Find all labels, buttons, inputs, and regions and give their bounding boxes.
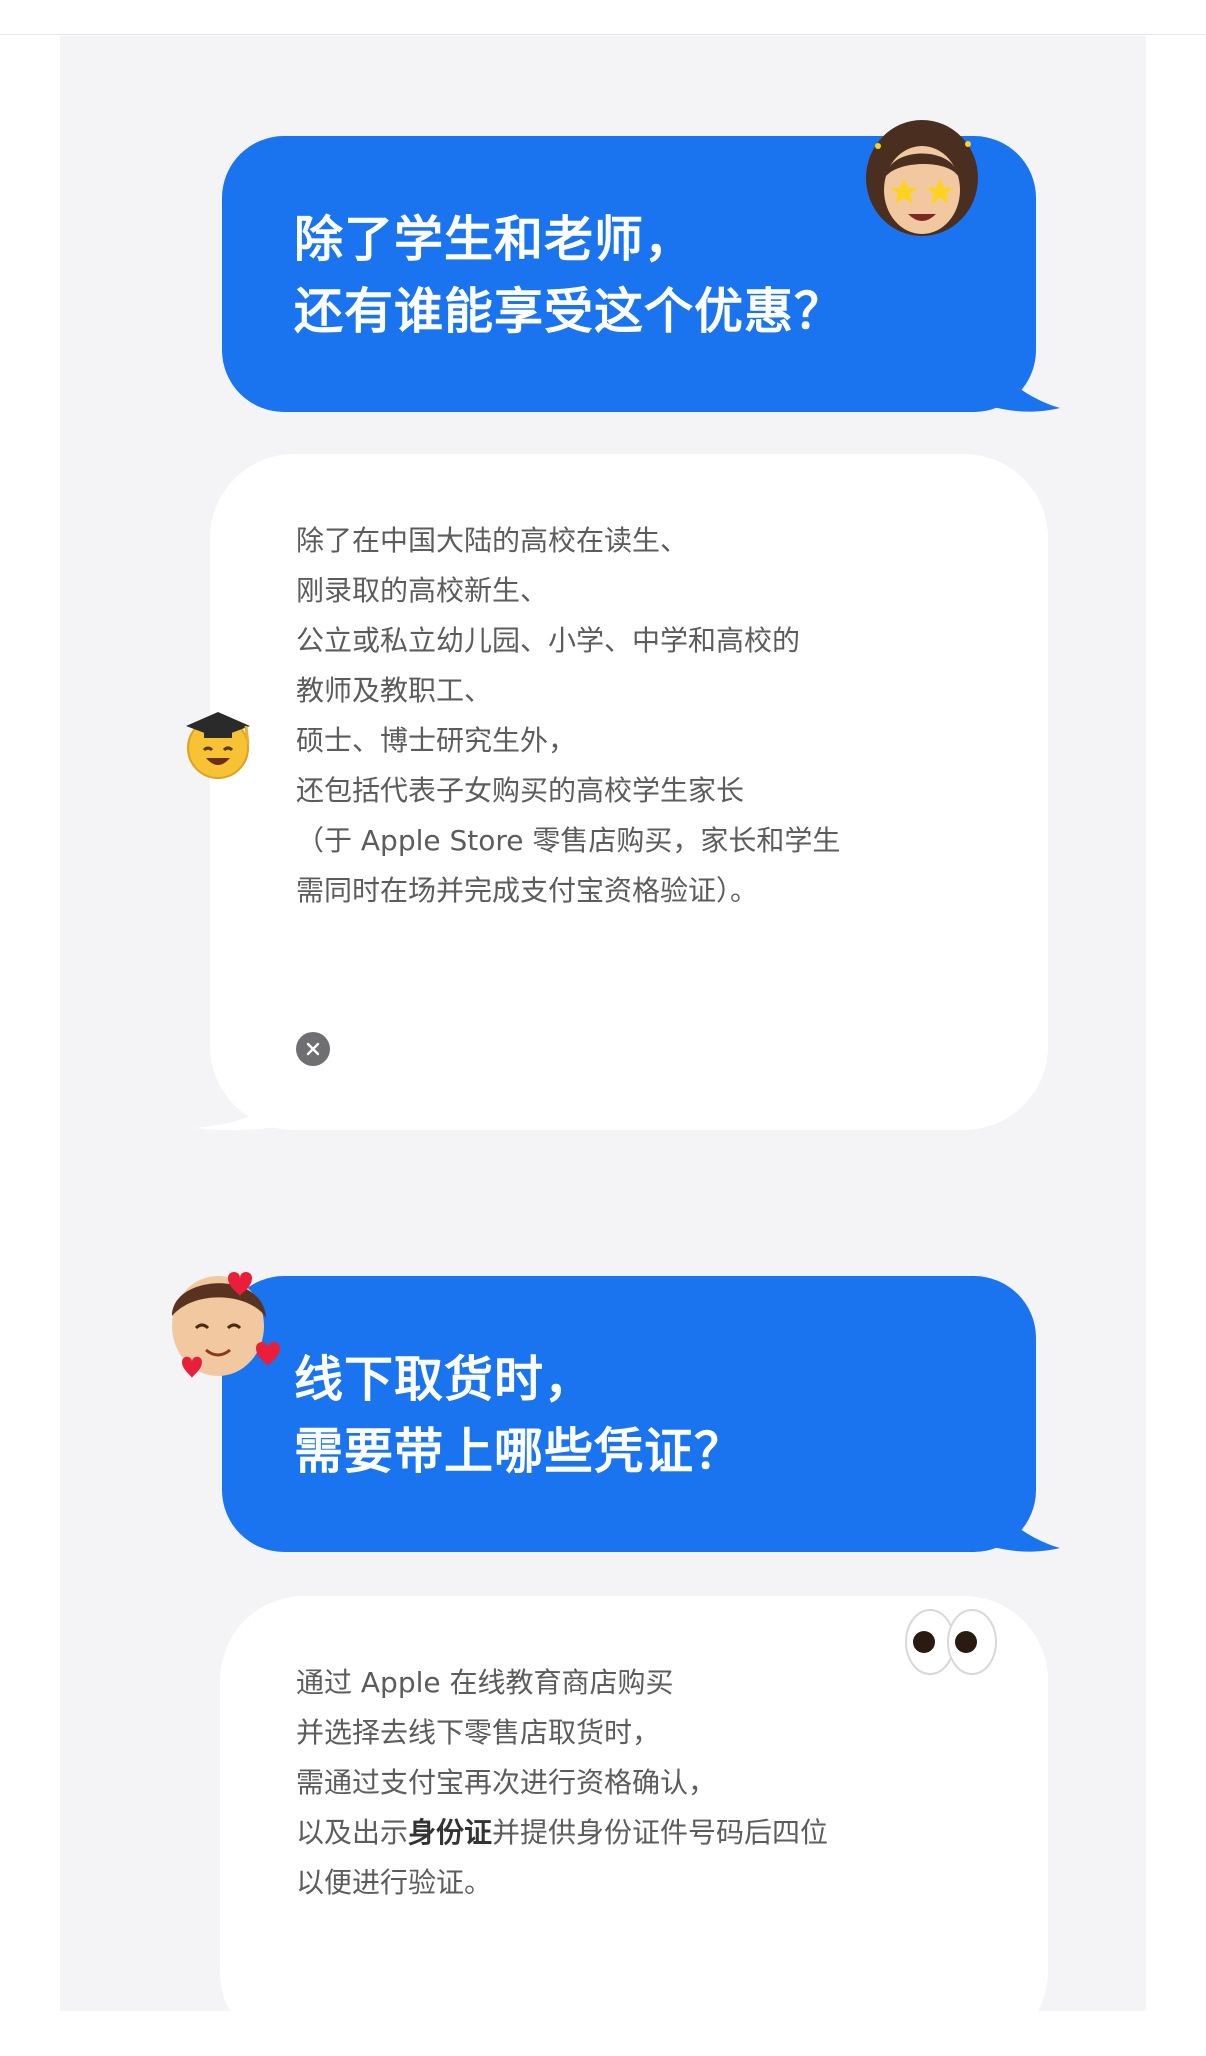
close-icon[interactable] xyxy=(296,1032,330,1066)
eyes-emoji-icon xyxy=(905,1609,997,1675)
answer-text-2-bold: 身份证 xyxy=(408,1816,493,1849)
top-divider xyxy=(0,34,1206,35)
answer-text-2: 通过 Apple 在线教育商店购买 并选择去线下零售店取货时， 需通过支付宝再次… xyxy=(296,1658,828,1908)
graduation-cap-emoji-icon xyxy=(186,712,250,779)
question-tail-2 xyxy=(980,1506,1060,1552)
question-text-1: 除了学生和老师， 还有谁能享受这个优惠？ xyxy=(294,211,845,340)
memoji-star-eyes-icon xyxy=(866,120,978,236)
question-bubble-2: 线下取货时， 需要带上哪些凭证？ xyxy=(222,1276,1036,1552)
answer-bubble-1: 除了在中国大陆的高校在读生、 刚录取的高校新生、 公立或私立幼儿园、小学、中学和… xyxy=(210,454,1048,1130)
question-tail-1 xyxy=(980,366,1060,412)
answer-text-1: 除了在中国大陆的高校在读生、 刚录取的高校新生、 公立或私立幼儿园、小学、中学和… xyxy=(296,524,841,907)
answer-tail-1 xyxy=(196,1076,286,1131)
memoji-hearts-icon xyxy=(172,1272,280,1378)
chat-panel: 除了学生和老师， 还有谁能享受这个优惠？ 除了在中国大陆的高校在读生、 刚录取的… xyxy=(60,36,1146,2056)
question-text-2: 线下取货时， 需要带上哪些凭证？ xyxy=(294,1351,745,1480)
